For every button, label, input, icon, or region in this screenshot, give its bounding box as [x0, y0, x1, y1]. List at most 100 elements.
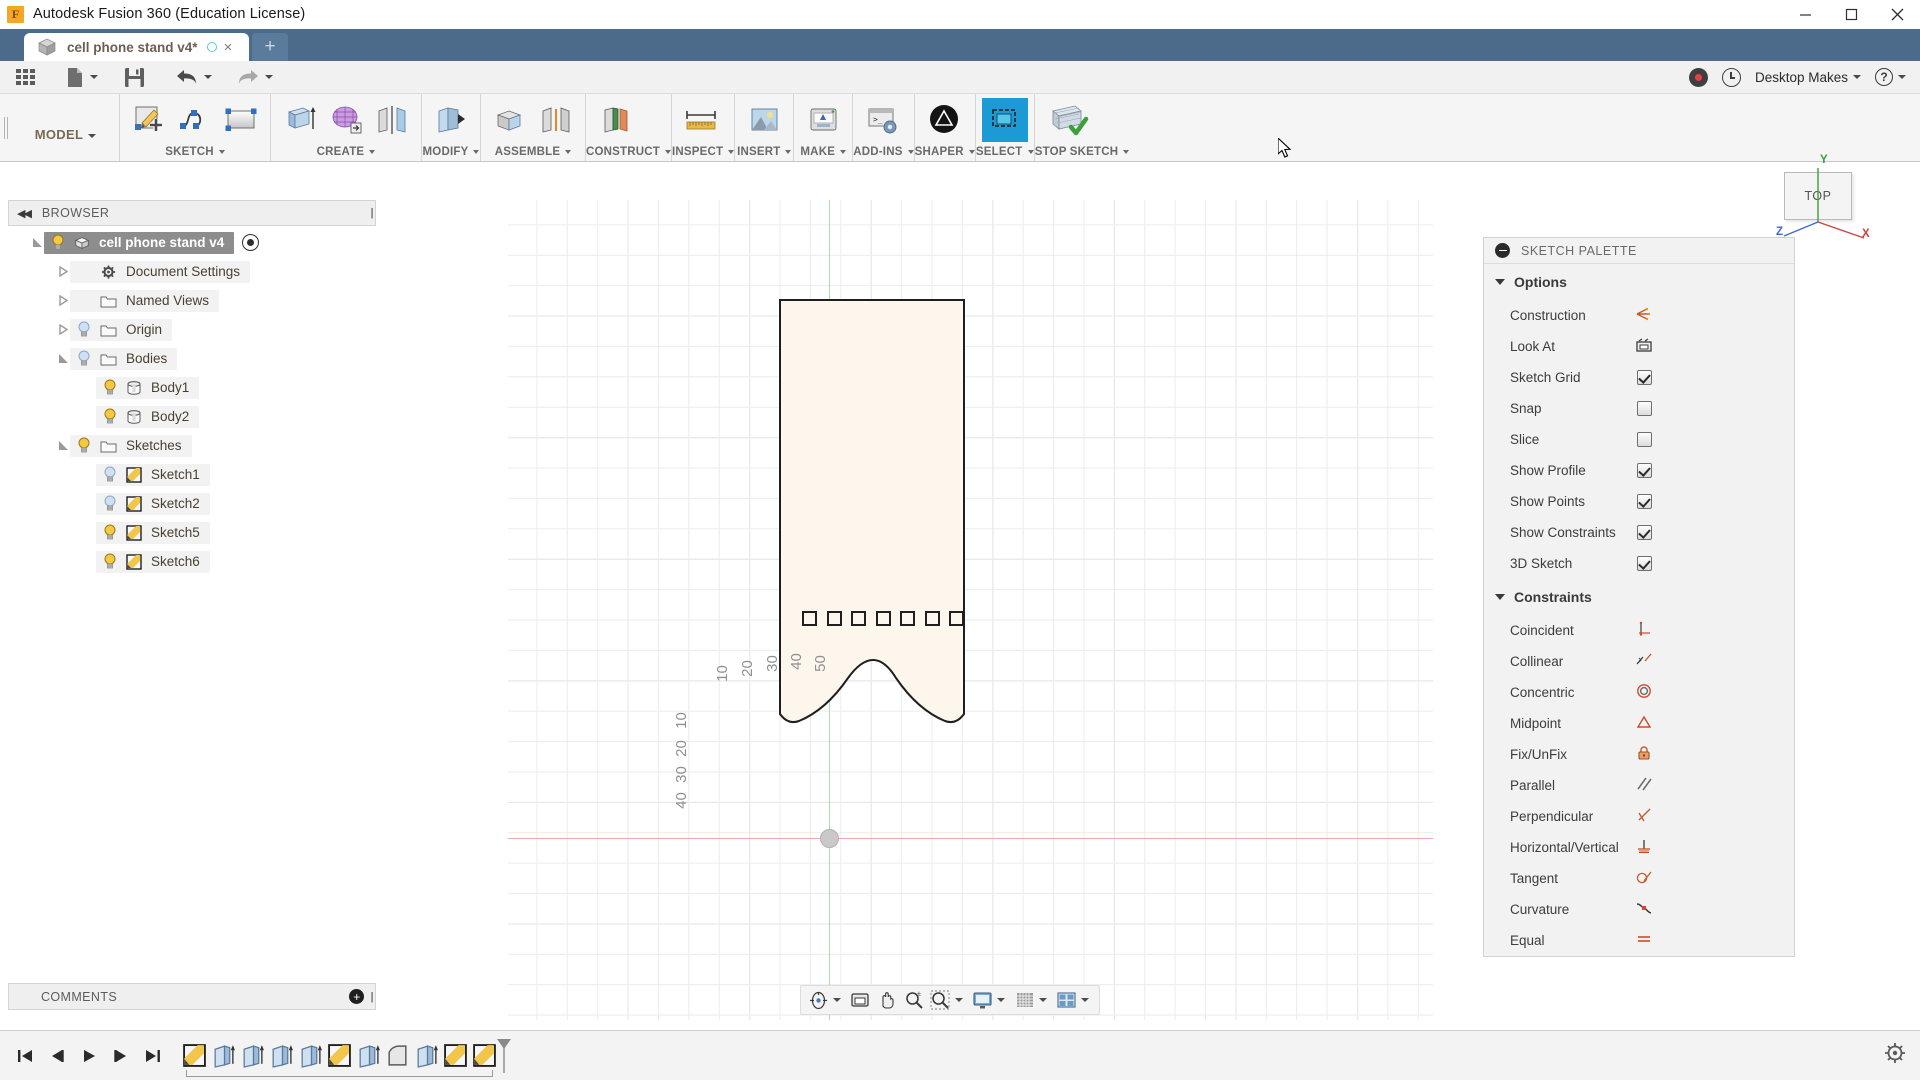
sketch-palette-header[interactable]: SKETCH PALETTE	[1484, 238, 1794, 264]
look-at-icon[interactable]	[1635, 337, 1653, 356]
sketch-hole[interactable]	[802, 611, 817, 626]
timeline-feature[interactable]	[327, 1043, 356, 1068]
visibility-bulb-icon[interactable]	[51, 234, 65, 251]
timeline-marker[interactable]	[497, 1039, 511, 1078]
document-tab[interactable]: cell phone stand v4* ×	[24, 33, 249, 61]
new-component-icon[interactable]	[487, 98, 533, 142]
browser-item-named-views[interactable]: Named Views	[8, 286, 376, 315]
visibility-bulb-icon[interactable]	[77, 321, 91, 338]
tangent-constraint-icon[interactable]	[1635, 869, 1653, 888]
checkbox[interactable]	[1636, 525, 1652, 540]
collapse-icon[interactable]: ◀◀	[17, 207, 32, 220]
ribbon-label-stop-sketch[interactable]: STOP SKETCH	[1035, 146, 1130, 161]
timeline-feature[interactable]	[385, 1043, 414, 1068]
browser-item-sketch5[interactable]: Sketch5	[8, 518, 376, 547]
sketch-canvas[interactable]: 10 20 30 40 50 10 20 30 40	[508, 200, 1433, 1020]
ribbon-label-addins[interactable]: ADD-INS	[853, 146, 914, 161]
press-pull-icon[interactable]	[428, 98, 474, 142]
maximize-icon[interactable]	[1828, 0, 1874, 29]
spline-icon[interactable]	[172, 98, 218, 142]
palette-row-coincident[interactable]: Coincident	[1484, 615, 1794, 646]
grid-dropdown-caret[interactable]	[1039, 998, 1048, 1002]
section-expander-icon[interactable]	[1495, 279, 1505, 285]
tab-close-icon[interactable]: ×	[224, 39, 233, 56]
minimize-icon[interactable]	[1782, 0, 1828, 29]
timeline-settings-icon[interactable]	[1884, 1042, 1906, 1069]
offset-plane-icon[interactable]	[592, 98, 638, 142]
browser-item-sketch1[interactable]: Sketch1	[8, 460, 376, 489]
extrude-icon[interactable]	[277, 98, 323, 142]
jump-to-end-icon[interactable]	[142, 1045, 164, 1067]
select-icon[interactable]	[981, 98, 1028, 142]
orbit-dropdown-caret[interactable]	[832, 998, 841, 1002]
midpoint-constraint-icon[interactable]	[1635, 714, 1653, 733]
ribbon-label-modify[interactable]: MODIFY	[422, 146, 480, 161]
viewports-dropdown-caret[interactable]	[1081, 998, 1089, 1002]
palette-row-3d-sketch[interactable]: 3D Sketch	[1484, 548, 1794, 579]
close-icon[interactable]	[1874, 0, 1920, 29]
browser-item-document-settings[interactable]: Document Settings	[8, 257, 376, 286]
timeline-feature[interactable]	[356, 1043, 385, 1068]
expander-open-icon[interactable]	[30, 237, 44, 248]
visibility-bulb-icon[interactable]	[77, 350, 91, 367]
equal-constraint-icon[interactable]	[1635, 931, 1653, 950]
checkbox[interactable]	[1636, 370, 1652, 385]
palette-row-equal[interactable]: Equal	[1484, 925, 1794, 956]
pan-icon[interactable]	[848, 988, 873, 1012]
rectangle-icon[interactable]	[218, 98, 264, 142]
timeline-feature[interactable]	[414, 1043, 443, 1068]
palette-row-horizontal-vertical[interactable]: Horizontal/Vertical	[1484, 832, 1794, 863]
ribbon-label-assemble[interactable]: ASSEMBLE	[481, 146, 585, 161]
palette-row-parallel[interactable]: Parallel	[1484, 770, 1794, 801]
palette-row-slice[interactable]: Slice	[1484, 424, 1794, 455]
browser-item-origin[interactable]: Origin	[8, 315, 376, 344]
measure-icon[interactable]	[678, 98, 724, 142]
ribbon-label-make[interactable]: MAKE	[794, 146, 852, 161]
sketch-hole[interactable]	[875, 611, 891, 626]
new-tab-button[interactable]: +	[252, 33, 288, 61]
zoom-window-icon[interactable]	[929, 988, 954, 1012]
mirror-icon[interactable]	[369, 98, 415, 142]
shaper-icon[interactable]	[921, 98, 967, 142]
timeline-feature[interactable]	[443, 1043, 472, 1068]
palette-row-collinear[interactable]: Collinear	[1484, 646, 1794, 677]
coincident-constraint-icon[interactable]	[1635, 621, 1653, 640]
browser-item-sketch6[interactable]: Sketch6	[8, 547, 376, 576]
ribbon-label-inspect[interactable]: INSPECT	[672, 146, 735, 161]
grid-snaps-icon[interactable]	[1012, 988, 1037, 1012]
ribbon-label-sketch[interactable]: SKETCH	[120, 146, 270, 161]
create-sketch-icon[interactable]	[126, 98, 172, 142]
comments-grip[interactable]: ||	[370, 991, 373, 1003]
checkbox[interactable]	[1636, 494, 1652, 509]
timeline-feature[interactable]	[211, 1043, 240, 1068]
palette-row-show-profile[interactable]: Show Profile	[1484, 455, 1794, 486]
timeline-feature[interactable]	[298, 1043, 327, 1068]
stop-sketch-icon[interactable]	[1041, 98, 1097, 142]
browser-item-bodies[interactable]: Bodies	[8, 344, 376, 373]
browser-item-cell-phone-stand-v4[interactable]: cell phone stand v4	[8, 228, 376, 257]
perpendicular-constraint-icon[interactable]	[1635, 807, 1653, 826]
checkbox[interactable]	[1636, 556, 1652, 571]
expander-open-icon[interactable]	[56, 440, 70, 451]
concentric-constraint-icon[interactable]	[1635, 683, 1653, 702]
zoom-icon[interactable]: ±	[902, 988, 927, 1012]
palette-row-sketch-grid[interactable]: Sketch Grid	[1484, 362, 1794, 393]
joint-icon[interactable]	[533, 98, 579, 142]
palette-row-snap[interactable]: Snap	[1484, 393, 1794, 424]
ribbon-label-create[interactable]: CREATE	[271, 146, 421, 161]
ribbon-drag-handle[interactable]	[0, 94, 12, 161]
visibility-bulb-icon[interactable]	[103, 553, 117, 570]
expander-closed-icon[interactable]	[56, 295, 70, 306]
ribbon-label-select[interactable]: SELECT	[976, 146, 1034, 161]
add-comment-icon[interactable]: +	[349, 989, 365, 1004]
collapse-palette-icon[interactable]	[1495, 243, 1510, 258]
timeline-feature[interactable]	[182, 1043, 211, 1068]
display-dropdown-caret[interactable]	[997, 998, 1006, 1002]
browser-header[interactable]: ◀◀ BROWSER ||	[8, 200, 376, 226]
browser-item-sketch2[interactable]: Sketch2	[8, 489, 376, 518]
expander-closed-icon[interactable]	[56, 266, 70, 277]
timeline-feature[interactable]	[240, 1043, 269, 1068]
browser-item-body2[interactable]: Body2	[8, 402, 376, 431]
checkbox[interactable]	[1636, 432, 1652, 447]
visibility-bulb-icon[interactable]	[103, 495, 117, 512]
